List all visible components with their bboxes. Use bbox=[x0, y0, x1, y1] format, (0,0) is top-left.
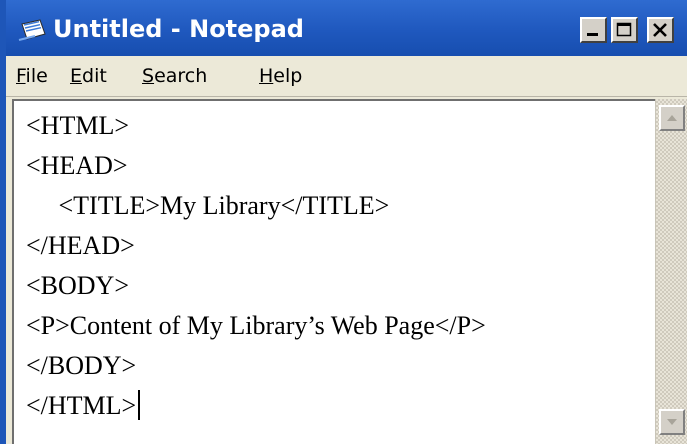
menu-search[interactable]: Search bbox=[142, 62, 207, 90]
minimize-button[interactable] bbox=[580, 17, 607, 43]
code-line-last[interactable]: </HTML> bbox=[26, 387, 141, 425]
scroll-up-button[interactable] bbox=[659, 105, 685, 131]
code-line[interactable]: <HTML> bbox=[26, 107, 129, 145]
scroll-down-button[interactable] bbox=[659, 409, 685, 435]
title-bar[interactable]: Untitled - Notepad bbox=[6, 0, 687, 56]
window-title: Untitled - Notepad bbox=[53, 15, 304, 43]
code-line[interactable]: </BODY> bbox=[26, 347, 136, 385]
code-line[interactable]: <P>Content of My Library’s Web Page</P> bbox=[26, 307, 486, 345]
close-button[interactable] bbox=[647, 17, 674, 43]
menu-bar: File Edit Search Help bbox=[6, 56, 687, 97]
menu-help[interactable]: Help bbox=[259, 62, 302, 90]
menu-edit[interactable]: Edit bbox=[70, 62, 107, 90]
notepad-icon[interactable] bbox=[18, 18, 48, 42]
code-line[interactable]: <BODY> bbox=[26, 267, 129, 305]
vertical-scrollbar[interactable] bbox=[655, 99, 687, 444]
text-editor[interactable]: <HTML> <HEAD> <TITLE>My Library</TITLE> … bbox=[12, 99, 655, 444]
text-caret bbox=[138, 390, 141, 420]
code-line[interactable]: <HEAD> bbox=[26, 147, 128, 185]
editor-frame: <HTML> <HEAD> <TITLE>My Library</TITLE> … bbox=[6, 97, 687, 444]
code-line-text: </HTML> bbox=[26, 391, 137, 420]
code-line[interactable]: <TITLE>My Library</TITLE> bbox=[26, 187, 390, 225]
code-line[interactable]: </HEAD> bbox=[26, 227, 135, 265]
maximize-button[interactable] bbox=[611, 17, 638, 43]
notepad-window: Untitled - Notepad File Edit Search Help… bbox=[0, 0, 687, 444]
menu-file[interactable]: File bbox=[16, 62, 48, 90]
